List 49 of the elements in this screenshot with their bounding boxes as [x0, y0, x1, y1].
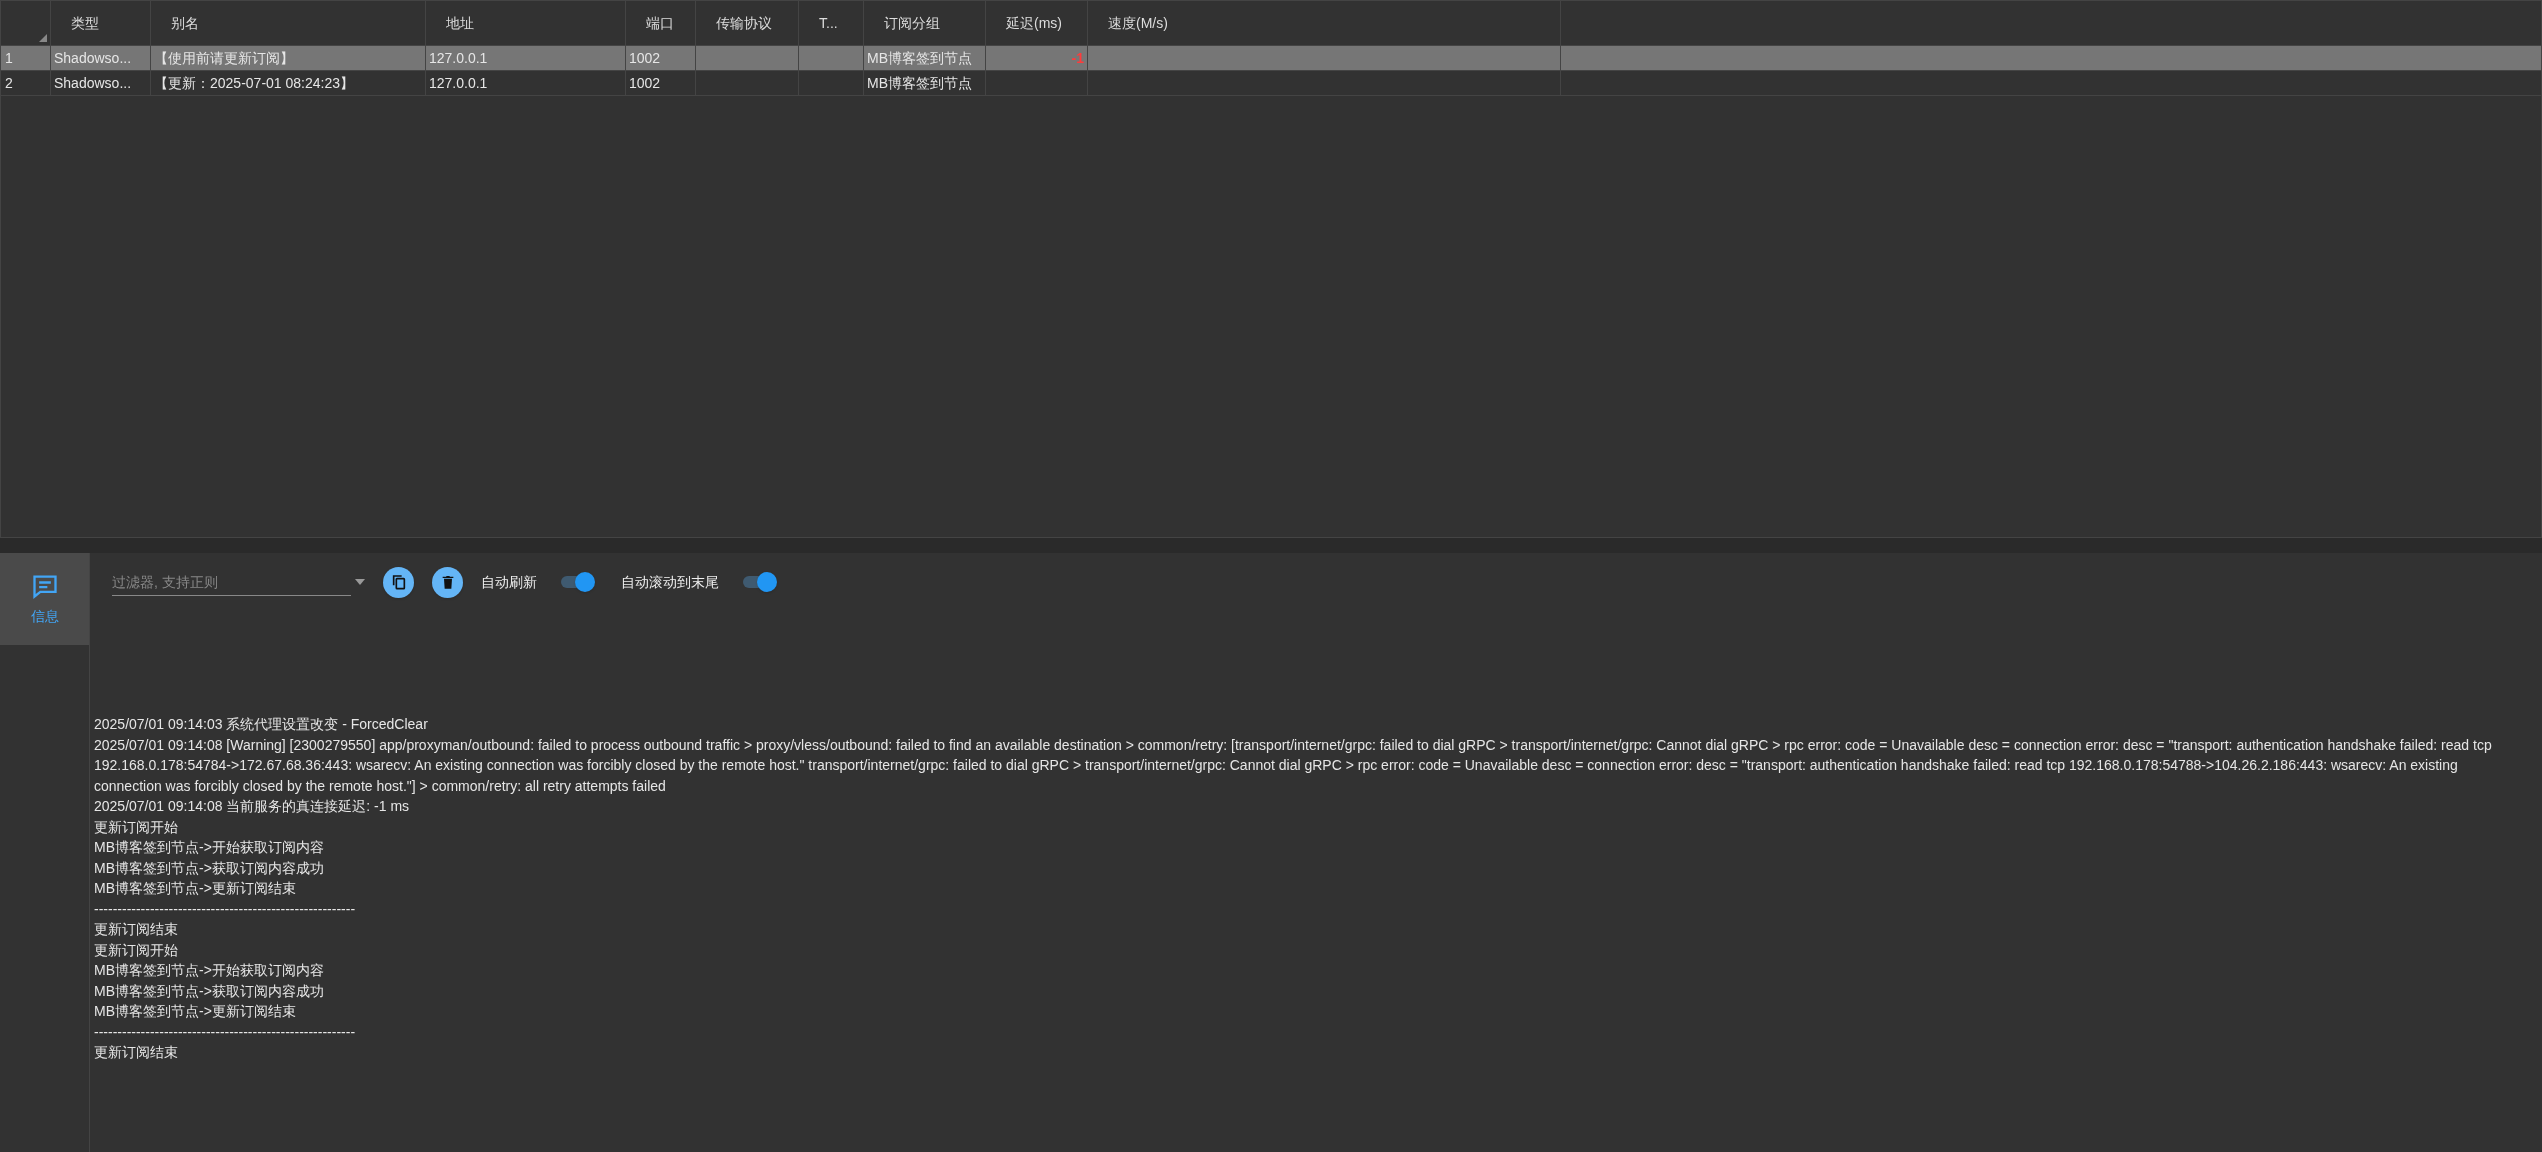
table-cell-text: Shadowso... — [54, 73, 132, 93]
log-line: MB博客签到节点->获取订阅内容成功 — [94, 981, 325, 1001]
log-line: 2025/07/01 09:14:08 [Warning] [2300279550] app/proxyman/outbound: failed to process outbound traffic > proxy/vless/outbound: failed to find an available destination > common/retry: [transport/internet/grpc: failed to dial gRPC > transport/internet/grpc: Cannot dial gRPC > rpc error: code = Unavailable desc = connection error: desc = "transport: authentication handshake failed: read tcp 192.168.0.178:54784->172.67.68.36:443: wsarecv: An existing connection was forcibly closed by the remote host." transport/internet/grpc: failed to dial gRPC > transport/internet/grpc: Cannot dial gRPC > rpc error: code = Unavailable desc = connection error: desc = "transport: authentication handshake failed: read tcp 192.168.0.178:54788->104.26.2.186:443: wsarecv: An existing connection was forcibly closed by the remote host."] > common/retry: all retry attempts failed — [94, 735, 2493, 796]
row-number: 2 — [1, 71, 51, 95]
table-cell-text: 1002 — [629, 73, 661, 93]
table-cell-text: 1002 — [629, 48, 661, 68]
table-cell-text: -1 — [1071, 48, 1084, 68]
corner-triangle-icon — [39, 34, 47, 42]
table-cell-text: 127.0.0.1 — [429, 48, 488, 68]
delete-button[interactable] — [432, 566, 463, 598]
log-line: 2025/07/01 09:14:08 当前服务的真连接延迟: -1 ms — [94, 797, 411, 816]
table-row[interactable]: 1 Shadowso... 【使用前请更新订阅】 127.0.0.1 1002 MB博客签到节点 -1 — [1, 46, 2541, 71]
table-cell-text: 127.0.0.1 — [429, 73, 488, 93]
dropdown-caret-icon — [355, 579, 365, 585]
row-number: 1 — [1, 46, 51, 70]
toggle-label: 自动刷新 — [481, 572, 537, 592]
column-header[interactable]: 速度(M/s) — [1088, 1, 1561, 45]
table-cell-text: 【使用前请更新订阅】 — [154, 48, 294, 68]
table-row[interactable]: 2 Shadowso... 【更新：2025-07-01 08:24:23】 127.0.0.1 1002 MB博客签到节点 — [1, 71, 2541, 96]
table-cell-text: MB博客签到节点 — [867, 48, 972, 68]
toggle-switch[interactable] — [741, 572, 777, 592]
toggle-switch[interactable] — [559, 572, 595, 592]
log-line: MB博客签到节点->开始获取订阅内容 — [94, 961, 325, 980]
copy-button[interactable] — [383, 566, 414, 598]
column-header[interactable]: 订阅分组 — [864, 1, 986, 45]
column-header[interactable]: 类型 — [51, 1, 151, 45]
log-line: MB博客签到节点->开始获取订阅内容 — [94, 838, 325, 857]
column-header[interactable]: 延迟(ms) — [986, 1, 1088, 45]
table-cell-text: 【更新：2025-07-01 08:24:23】 — [154, 73, 354, 93]
table-cell-text: Shadowso... — [54, 48, 132, 68]
copy-icon — [390, 574, 407, 590]
log-line: MB博客签到节点->更新订阅结束 — [94, 1002, 297, 1021]
log-line: MB博客签到节点->获取订阅内容成功 — [94, 858, 325, 878]
log-line: 更新订阅结束 — [94, 920, 179, 939]
column-header[interactable]: 端口 — [626, 1, 696, 45]
log-line: -------------------------------------------------------- — [94, 1022, 357, 1042]
column-header[interactable]: 地址 — [426, 1, 626, 45]
log-line: 更新订阅开始 — [94, 817, 179, 837]
table-cell-text: MB博客签到节点 — [867, 73, 972, 93]
log-line: 2025/07/01 09:14:03 系统代理设置改变 - ForcedClear — [94, 715, 429, 734]
filter-field[interactable]: 过滤器, 支持正则 — [112, 568, 351, 596]
log-line: 更新订阅结束 — [94, 1043, 179, 1062]
toggle-label: 自动滚动到末尾 — [621, 572, 719, 592]
log-line: 更新订阅开始 — [94, 940, 179, 960]
log-line: MB博客签到节点->更新订阅结束 — [94, 879, 297, 898]
column-header[interactable]: 传输协议 — [696, 1, 799, 45]
log-line: -------------------------------------------------------- — [94, 899, 357, 919]
column-header[interactable]: T... — [799, 1, 864, 45]
column-header[interactable]: 别名 — [151, 1, 426, 45]
